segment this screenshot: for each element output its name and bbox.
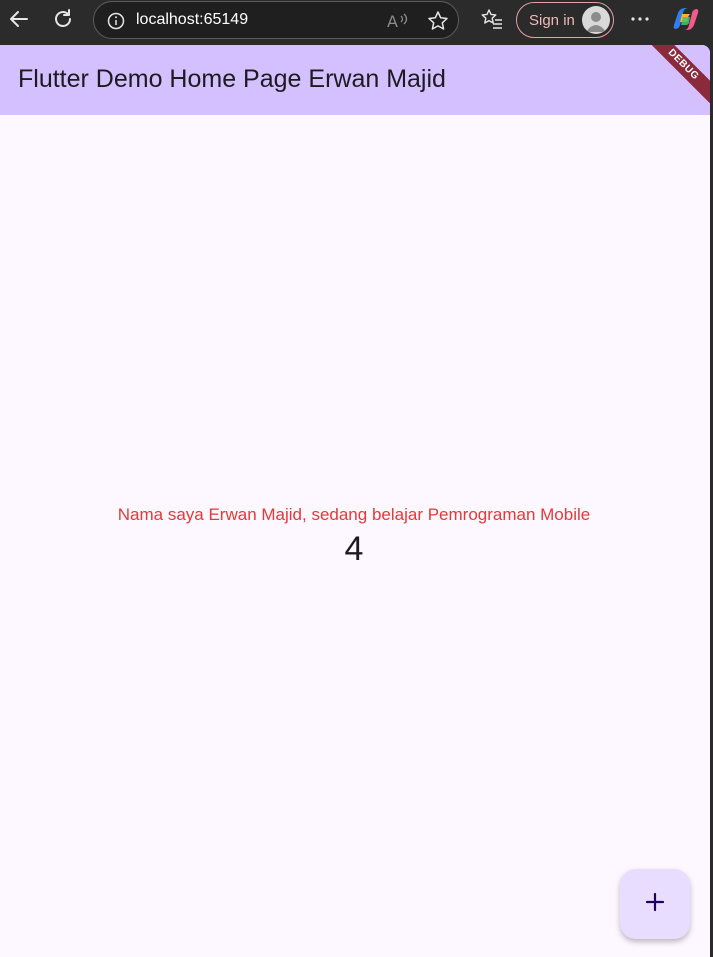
copilot-button[interactable] xyxy=(671,6,701,36)
refresh-button[interactable] xyxy=(48,6,78,36)
counter-value: 4 xyxy=(344,530,364,568)
more-options-button[interactable] xyxy=(625,6,655,36)
app-bar: Flutter Demo Home Page Erwan Majid DEBUG xyxy=(0,45,710,115)
refresh-icon xyxy=(52,8,74,35)
browser-toolbar: localhost:65149 A Sign in xyxy=(0,0,713,42)
svg-text:A: A xyxy=(387,12,398,31)
favorite-star-icon[interactable] xyxy=(426,9,450,33)
page-title: Flutter Demo Home Page Erwan Majid xyxy=(18,65,446,93)
main-content: Nama saya Erwan Majid, sedang belajar Pe… xyxy=(0,115,710,957)
sign-in-button[interactable]: Sign in xyxy=(516,2,614,38)
favorites-button[interactable] xyxy=(477,6,507,36)
increment-button[interactable] xyxy=(620,869,690,939)
back-button[interactable] xyxy=(4,6,34,36)
url-text: localhost:65149 xyxy=(136,11,249,28)
plus-icon xyxy=(644,891,666,918)
more-options-icon xyxy=(629,8,651,35)
address-bar[interactable]: localhost:65149 A xyxy=(93,1,459,39)
name-message: Nama saya Erwan Majid, sedang belajar Pe… xyxy=(117,505,591,524)
sign-in-label: Sign in xyxy=(529,12,575,29)
back-arrow-icon xyxy=(8,8,30,35)
favorites-list-icon xyxy=(480,8,504,35)
debug-banner: DEBUG xyxy=(638,45,710,110)
avatar-icon xyxy=(582,6,610,34)
copilot-icon xyxy=(672,5,700,38)
info-icon[interactable] xyxy=(104,9,128,33)
flutter-app: Flutter Demo Home Page Erwan Majid DEBUG… xyxy=(0,45,710,957)
read-aloud-icon[interactable]: A xyxy=(386,9,410,33)
